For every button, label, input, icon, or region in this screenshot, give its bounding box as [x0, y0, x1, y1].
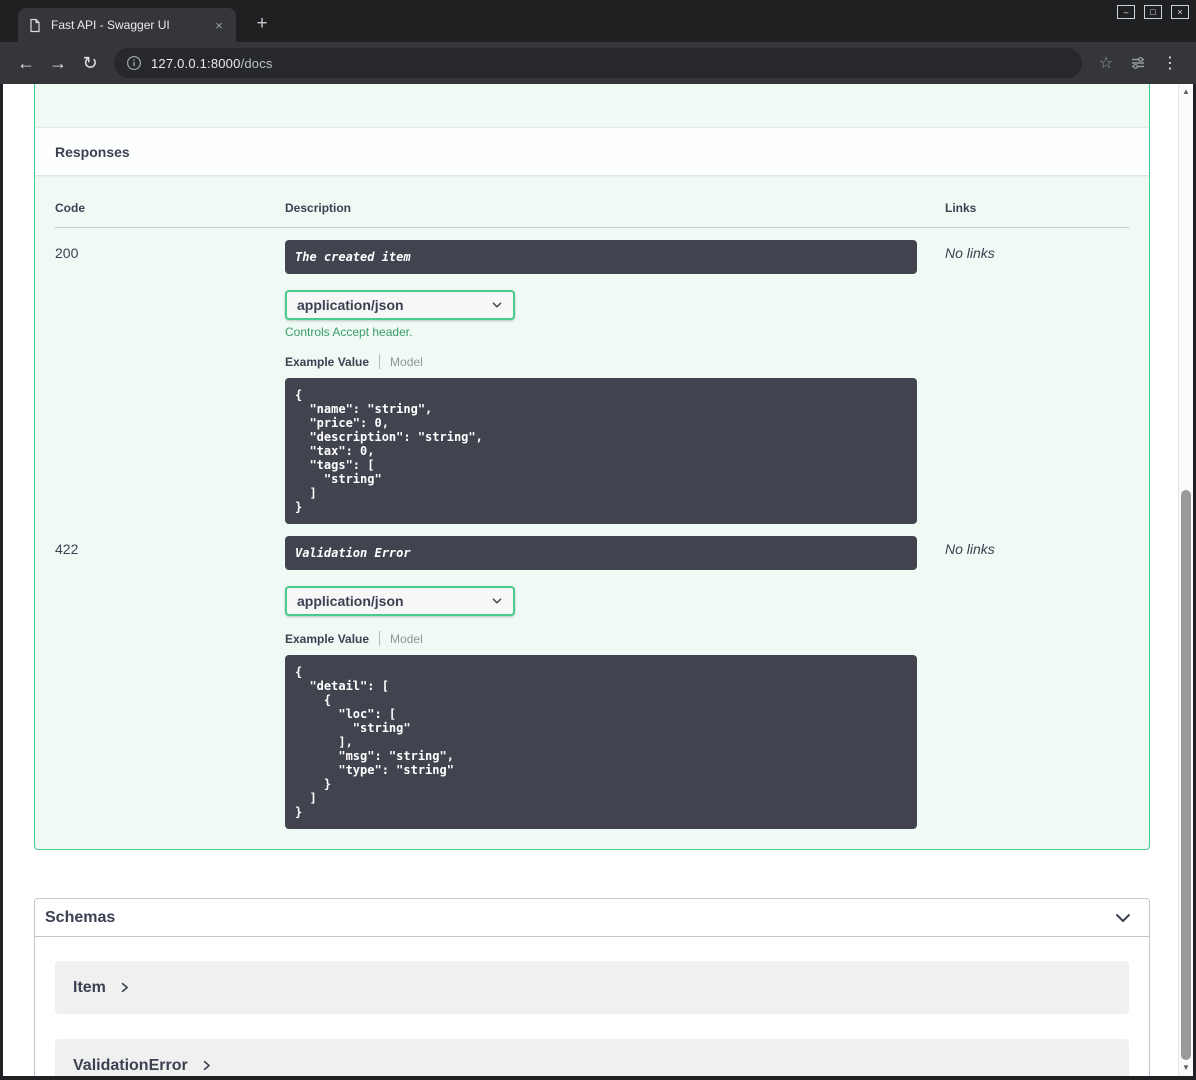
new-tab-button[interactable]: +	[250, 13, 274, 35]
tab-strip: Fast API - Swagger UI × + – □ ×	[0, 0, 1196, 42]
tab-divider	[379, 354, 381, 369]
browser-viewport: Responses Code Description Links 200 The…	[3, 84, 1193, 1076]
media-type-select[interactable]: application/json	[285, 290, 515, 320]
page-favicon-icon	[28, 18, 42, 33]
window-controls: – □ ×	[1117, 5, 1189, 19]
responses-title: Responses	[55, 143, 130, 160]
browser-controls-icon[interactable]	[1122, 55, 1154, 71]
tab-close-icon[interactable]: ×	[210, 18, 228, 33]
url-text: 127.0.0.1:8000/docs	[151, 56, 273, 71]
tab-example-value[interactable]: Example Value	[285, 355, 369, 369]
tab-title: Fast API - Swagger UI	[51, 18, 170, 32]
column-header-links: Links	[945, 201, 977, 215]
tab-divider	[379, 631, 381, 646]
models-list: Item ValidationError	[35, 937, 1149, 1076]
reload-icon[interactable]: ↻	[74, 53, 106, 74]
example-json: { "name": "string", "price": 0, "descrip…	[285, 378, 917, 524]
swagger-page: Responses Code Description Links 200 The…	[3, 84, 1178, 1076]
chevron-right-icon	[118, 981, 131, 994]
forward-icon[interactable]: →	[42, 53, 74, 74]
example-json: { "detail": [ { "loc": [ "string" ], "ms…	[285, 655, 917, 829]
responses-table: Code Description Links 200 The created i…	[35, 175, 1149, 849]
example-model-tabs: Example Value Model	[285, 354, 945, 369]
back-icon[interactable]: ←	[10, 53, 42, 74]
model-name: ValidationError	[73, 1056, 188, 1074]
response-description: Validation Error	[285, 536, 917, 570]
response-code: 200	[55, 245, 79, 261]
scrollbar-thumb[interactable]	[1181, 490, 1191, 1060]
close-button[interactable]: ×	[1171, 5, 1189, 19]
maximize-button[interactable]: □	[1144, 5, 1162, 19]
bookmark-star-icon[interactable]: ☆	[1090, 53, 1122, 73]
schemas-title: Schemas	[45, 908, 116, 926]
media-type-select[interactable]: application/json	[285, 586, 515, 616]
response-description: The created item	[285, 240, 917, 274]
scrollbar-up-icon[interactable]: ▲	[1179, 85, 1193, 99]
tab-example-value[interactable]: Example Value	[285, 632, 369, 646]
tab-model[interactable]: Model	[390, 355, 423, 369]
minimize-button[interactable]: –	[1117, 5, 1135, 19]
schemas-header[interactable]: Schemas	[35, 899, 1149, 937]
chevron-down-icon	[491, 299, 503, 311]
tab-model[interactable]: Model	[390, 632, 423, 646]
page-scrollbar[interactable]: ▲ ▼	[1178, 84, 1193, 1076]
accept-header-note: Controls Accept header.	[285, 325, 413, 339]
response-code: 422	[55, 541, 79, 557]
responses-section-header: Responses	[35, 127, 1149, 175]
column-header-description: Description	[285, 201, 352, 215]
response-links: No links	[945, 245, 995, 261]
media-type-value: application/json	[297, 297, 404, 313]
address-bar[interactable]: 127.0.0.1:8000/docs	[114, 48, 1082, 78]
model-name: Item	[73, 978, 106, 996]
chevron-right-icon	[200, 1059, 213, 1072]
browser-tab[interactable]: Fast API - Swagger UI ×	[18, 8, 236, 42]
response-description-cell: Validation Error application/json Exampl…	[285, 536, 945, 829]
schemas-section: Schemas Item ValidationError	[34, 898, 1150, 1076]
opblock-responses: Responses Code Description Links 200 The…	[34, 84, 1150, 850]
model-row-validationerror[interactable]: ValidationError	[55, 1039, 1129, 1076]
site-info-icon[interactable]	[126, 55, 142, 71]
scrollbar-down-icon[interactable]: ▼	[1179, 1061, 1193, 1075]
response-description-cell: The created item application/json Contro…	[285, 240, 945, 524]
column-header-code: Code	[55, 201, 85, 215]
model-row-item[interactable]: Item	[55, 961, 1129, 1014]
response-row-422: 422 Validation Error application/json Ex…	[55, 524, 1129, 829]
media-type-value: application/json	[297, 593, 404, 609]
responses-table-header: Code Description Links	[55, 195, 1129, 228]
url-path: /docs	[240, 55, 273, 71]
url-host: 127.0.0.1:8000	[151, 55, 241, 71]
opblock-spacer	[35, 84, 1149, 127]
example-model-tabs: Example Value Model	[285, 631, 945, 646]
browser-menu-icon[interactable]: ⋮	[1154, 53, 1186, 73]
response-row-200: 200 The created item application/json Co…	[55, 228, 1129, 524]
chevron-down-icon[interactable]	[1113, 908, 1133, 928]
response-links: No links	[945, 541, 995, 557]
chevron-down-icon	[491, 595, 503, 607]
browser-window: Fast API - Swagger UI × + – □ × ← → ↻ 12…	[0, 0, 1196, 1080]
browser-toolbar: ← → ↻ 127.0.0.1:8000/docs ☆ ⋮	[0, 42, 1196, 84]
